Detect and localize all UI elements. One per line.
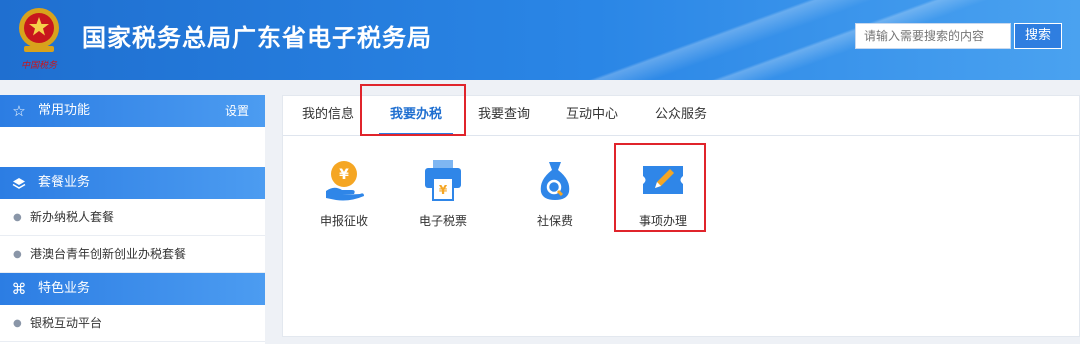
function-social-insurance[interactable]: 社保费 xyxy=(517,158,593,229)
bullet-icon: ● xyxy=(13,318,22,329)
sidebar-section-label: 常用功能 xyxy=(38,103,91,118)
tab-interaction[interactable]: 互动中心 xyxy=(557,96,627,136)
search-button[interactable]: 搜索 xyxy=(1014,23,1062,49)
sidebar-section-common[interactable]: ☆ 常用功能 设置 xyxy=(0,95,265,127)
sidebar: ☆ 常用功能 设置 套餐业务 ● 新办纳税人套餐 ● 港澳台青年创新创业办税套餐… xyxy=(0,95,265,344)
function-label: 电子税票 xyxy=(418,214,467,228)
settings-link[interactable]: 设置 xyxy=(225,95,249,127)
highlight-box-function xyxy=(614,143,706,232)
sidebar-item-new-taxpayer[interactable]: ● 新办纳税人套餐 xyxy=(0,199,265,236)
tab-public-service[interactable]: 公众服务 xyxy=(646,96,716,136)
site-title: 国家税务总局广东省电子税务局 xyxy=(82,24,432,52)
site-header: 中国税务 国家税务总局广东省电子税务局 搜索 xyxy=(0,0,1080,80)
sidebar-section-special[interactable]: ⌘ 特色业务 xyxy=(0,273,265,305)
coin-hand-icon: ¥ xyxy=(326,161,364,201)
tax-emblem-icon: 中国税务 xyxy=(19,8,59,71)
layers-icon xyxy=(10,167,28,199)
star-icon: ☆ xyxy=(12,102,26,120)
printer-ticket-icon: ¥ xyxy=(425,160,461,201)
function-label: 社保费 xyxy=(536,214,573,228)
function-e-tax-ticket[interactable]: ¥ 电子税票 xyxy=(405,158,481,229)
money-bag-icon xyxy=(540,162,570,200)
sidebar-section-packages[interactable]: 套餐业务 xyxy=(0,167,265,199)
sidebar-item-label: 新办纳税人套餐 xyxy=(30,210,115,224)
highlight-box-tab xyxy=(360,84,466,136)
sidebar-item-label: 港澳台青年创新创业办税套餐 xyxy=(30,247,187,261)
tab-query[interactable]: 我要查询 xyxy=(469,96,539,136)
sidebar-item-label: 银税互动平台 xyxy=(30,316,103,330)
sidebar-empty-area xyxy=(0,127,265,167)
grid-knot-icon: ⌘ xyxy=(11,280,27,298)
function-label: 申报征收 xyxy=(319,214,368,228)
search-input[interactable] xyxy=(855,23,1011,49)
sidebar-section-label: 套餐业务 xyxy=(38,175,91,190)
tab-my-info[interactable]: 我的信息 xyxy=(293,96,363,136)
sidebar-item-bank-tax[interactable]: ● 银税互动平台 xyxy=(0,305,265,342)
bullet-icon: ● xyxy=(13,212,22,223)
svg-text:¥: ¥ xyxy=(339,167,349,183)
svg-text:¥: ¥ xyxy=(439,183,448,197)
svg-text:中国税务: 中国税务 xyxy=(21,60,58,71)
sidebar-section-label: 特色业务 xyxy=(38,281,91,296)
function-declare-collect[interactable]: ¥ 申报征收 xyxy=(306,158,382,229)
sidebar-item-hk-macao-taiwan[interactable]: ● 港澳台青年创新创业办税套餐 xyxy=(0,236,265,273)
bullet-icon: ● xyxy=(13,249,22,260)
